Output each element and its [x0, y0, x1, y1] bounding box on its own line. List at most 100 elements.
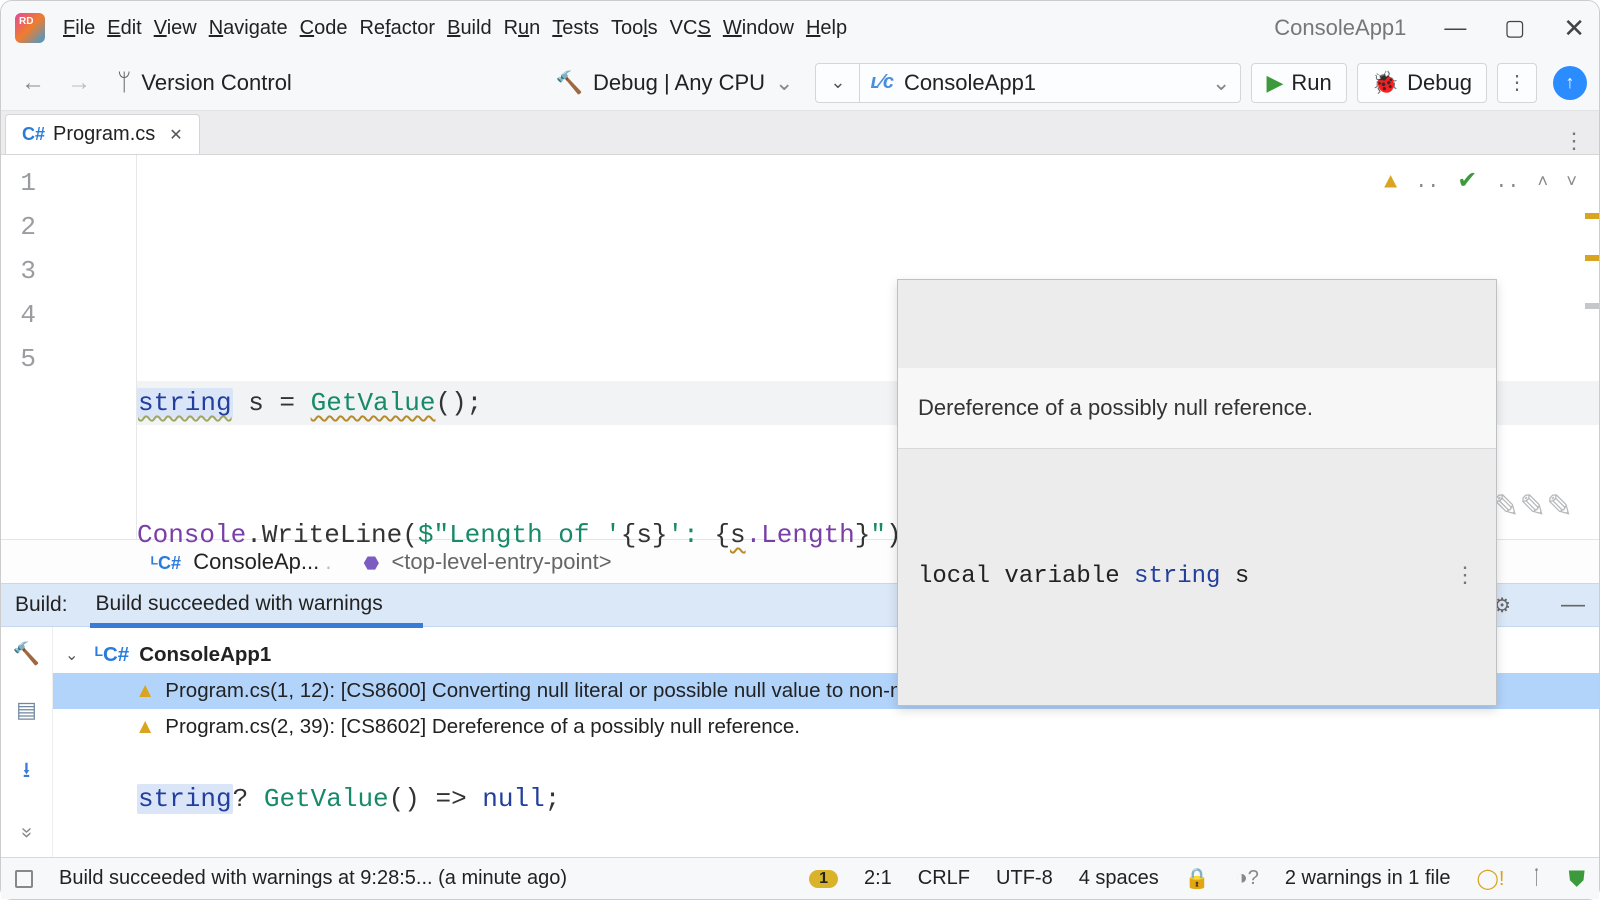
csharp-badge: C# — [22, 124, 45, 145]
tooltip-keyword: string — [1134, 555, 1220, 599]
code-tooltip: Dereference of a possibly null reference… — [897, 279, 1497, 706]
chevron-down-icon: ⌄ — [830, 72, 845, 93]
string: ': — [668, 520, 715, 550]
line-number: 5 — [1, 337, 36, 381]
export-icon[interactable]: ⭳ — [23, 753, 31, 791]
build-config-label: Debug | Any CPU — [593, 70, 765, 96]
debug-label: Debug — [1407, 70, 1472, 96]
line-number: 2 — [1, 205, 36, 249]
type-ref: Console — [137, 520, 246, 550]
layout-icon[interactable]: ▤ — [16, 697, 37, 723]
more-actions-button[interactable]: ⋮ — [1497, 63, 1537, 103]
play-icon: ▶ — [1266, 70, 1283, 96]
nav-forward-icon[interactable]: → — [67, 69, 91, 97]
hammer-icon: 🔨 — [556, 70, 583, 96]
check-icon: ✔ — [1457, 161, 1477, 205]
tab-label: Program.cs — [53, 123, 155, 146]
branch-icon: ᛘ — [117, 69, 131, 97]
run-label: Run — [1291, 70, 1331, 96]
keyword: string — [137, 388, 233, 418]
menu-run[interactable]: Run — [504, 17, 541, 40]
maximize-button[interactable]: ▢ — [1504, 15, 1525, 41]
function-def: GetValue — [264, 784, 389, 814]
sync-button[interactable]: ↑ — [1553, 66, 1587, 100]
build-summary-tab[interactable]: Build succeeded with warnings — [96, 592, 383, 618]
expand-icon[interactable]: » — [15, 827, 38, 838]
line-number: 4 — [1, 293, 36, 337]
run-config-dropdown[interactable]: ʟ⁄ᴄ ConsoleApp1 ⌄ — [860, 70, 1240, 96]
hammer-icon[interactable]: 🔨 — [13, 641, 40, 667]
tab-program-cs[interactable]: C# Program.cs ✕ — [5, 114, 200, 154]
csharp-icon: ʟ⁄ᴄ — [870, 71, 893, 94]
chevron-down-icon: ⌄ — [775, 70, 793, 96]
debug-button[interactable]: 🐞 Debug — [1357, 63, 1487, 103]
interp: {s} — [621, 520, 668, 550]
menu-tools[interactable]: Tools — [611, 17, 658, 40]
main-menu: File Edit View Navigate Code Refactor Bu… — [63, 17, 859, 40]
app-icon — [15, 13, 45, 43]
build-tool-rail: 🔨 ▤ ⭳ » — [1, 627, 53, 857]
main-toolbar: ← → ᛘ Version Control 🔨 Debug | Any CPU … — [1, 55, 1599, 111]
close-tab-icon[interactable]: ✕ — [169, 125, 182, 145]
line-number: 1 — [1, 161, 36, 205]
close-button[interactable]: ✕ — [1563, 13, 1585, 44]
version-control-label: Version Control — [141, 70, 291, 96]
code-text: ? — [233, 784, 264, 814]
edit-markers-icon: ✎✎✎ — [1493, 487, 1573, 531]
brace: { — [714, 520, 730, 550]
menu-view[interactable]: View — [154, 17, 197, 40]
bug-icon: 🐞 — [1372, 70, 1399, 96]
version-control-button[interactable]: ᛘ Version Control — [117, 69, 292, 97]
menu-window[interactable]: Window — [723, 17, 794, 40]
keyword: string — [137, 784, 233, 814]
minimize-button[interactable]: — — [1444, 15, 1466, 41]
line-gutter: 1 2 3 4 5 — [1, 155, 137, 539]
inspection-widget[interactable]: ▲.. ✔.. ˄ ˅ — [1384, 161, 1577, 205]
chevron-down-icon[interactable]: ˅ — [1566, 161, 1577, 205]
string: Length of ' — [449, 520, 621, 550]
arrow-up-icon: ↑ — [1566, 72, 1575, 93]
tooltip-post: s — [1220, 555, 1249, 599]
warning-marker[interactable] — [1585, 255, 1599, 261]
tooltip-pre: local variable — [918, 555, 1134, 599]
chevron-down-icon: ⌄ — [1212, 70, 1230, 96]
window-controls: ConsoleApp1 — ▢ ✕ — [1274, 13, 1585, 44]
tooltip-title: Dereference of a possibly null reference… — [898, 368, 1496, 449]
run-button[interactable]: ▶ Run — [1251, 63, 1346, 103]
menu-help[interactable]: Help — [806, 17, 847, 40]
menu-navigate[interactable]: Navigate — [209, 17, 288, 40]
tabs-more-button[interactable]: ⋮ — [1563, 128, 1585, 154]
code-text: (); — [435, 388, 482, 418]
build-panel-title: Build: — [15, 593, 68, 617]
code-area[interactable]: string s = GetValue(); Console.WriteLine… — [137, 155, 1599, 539]
error-stripe[interactable] — [1583, 155, 1599, 539]
warning-marker[interactable] — [1585, 213, 1599, 219]
var-ref: s — [730, 520, 746, 550]
build-config-dropdown[interactable]: 🔨 Debug | Any CPU ⌄ — [544, 66, 806, 100]
chevron-up-icon[interactable]: ˄ — [1537, 161, 1548, 205]
menu-file[interactable]: File — [63, 17, 95, 40]
menu-build[interactable]: Build — [447, 17, 491, 40]
run-config-label: ConsoleApp1 — [904, 70, 1036, 96]
menu-refactor[interactable]: Refactor — [359, 17, 435, 40]
warning-icon: ▲ — [1384, 161, 1397, 205]
brace: } — [855, 520, 871, 550]
string: $" — [418, 520, 449, 550]
editor: 1 2 3 4 5 string s = GetValue(); Console… — [1, 155, 1599, 539]
code-text: () => — [389, 784, 483, 814]
code-text: .WriteLine( — [246, 520, 418, 550]
menu-tests[interactable]: Tests — [552, 17, 599, 40]
nav-back-icon[interactable]: ← — [21, 69, 45, 97]
tool-window-toggle[interactable] — [15, 870, 33, 888]
member: .Length — [746, 520, 855, 550]
menu-vcs[interactable]: VCS — [670, 17, 711, 40]
info-marker[interactable] — [1585, 303, 1599, 309]
run-config-history[interactable]: ⌄ — [816, 64, 860, 102]
editor-tabs: C# Program.cs ✕ ⋮ — [1, 111, 1599, 155]
chevron-down-icon[interactable]: ⌄ — [65, 645, 85, 665]
menu-edit[interactable]: Edit — [107, 17, 141, 40]
function-call: GetValue — [311, 388, 436, 418]
menu-code[interactable]: Code — [300, 17, 348, 40]
window-title: ConsoleApp1 — [1274, 15, 1406, 41]
tooltip-more-icon[interactable]: ⋮ — [1454, 555, 1476, 599]
